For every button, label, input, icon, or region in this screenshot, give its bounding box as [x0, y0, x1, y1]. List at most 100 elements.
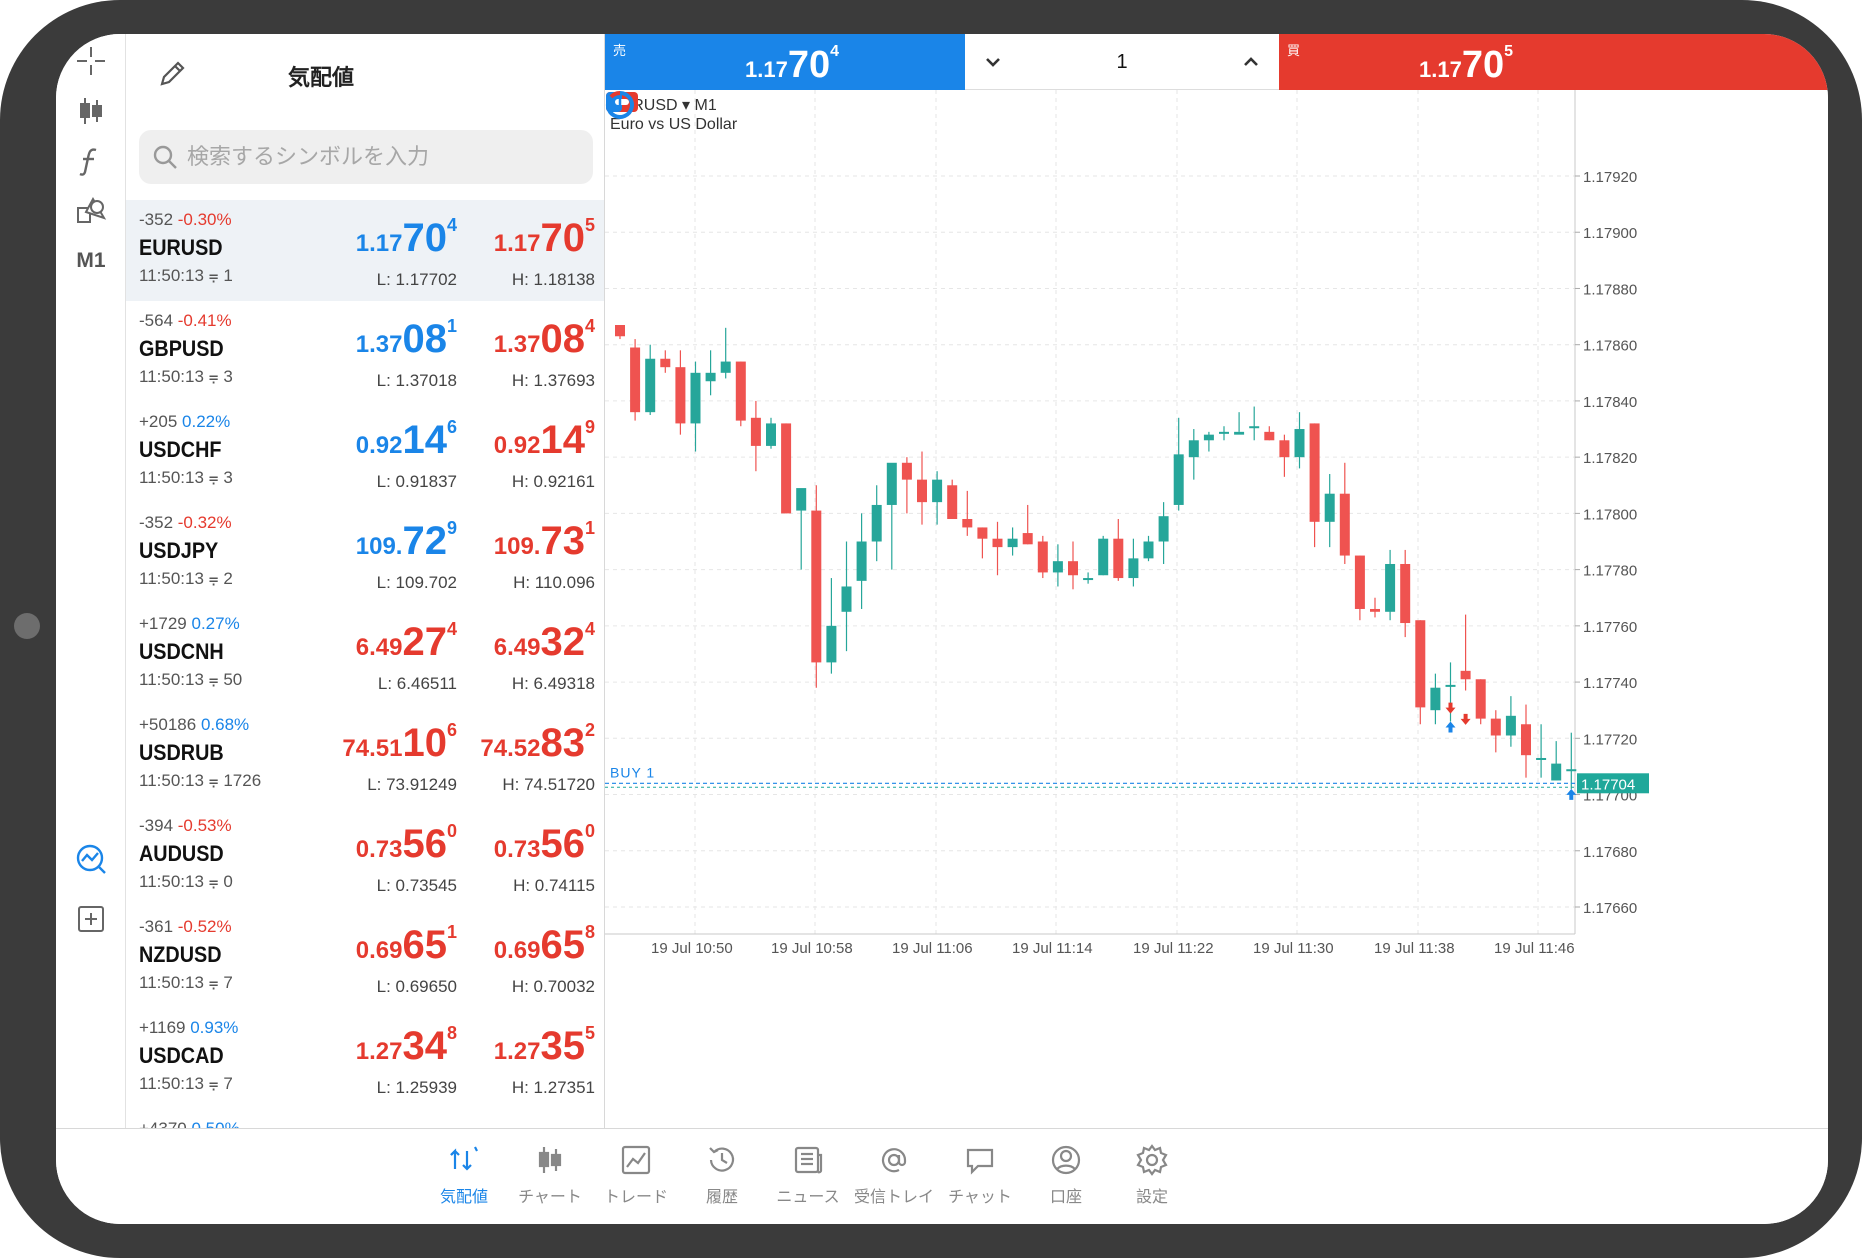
- ask-price: 74.52832: [480, 720, 595, 765]
- candle-body: [1128, 558, 1139, 579]
- quote-row[interactable]: -352 -0.30% EURUSD 11:50:13 ⩦ 1 1.17704 1.17…: [126, 200, 604, 301]
- x-tick-label: 19 Jul 10:58: [771, 940, 853, 957]
- candle-body: [886, 462, 897, 505]
- quote-row[interactable]: +1169 0.93% USDCAD 11:50:13 ⩦ 7 1.27348 1.27…: [126, 1008, 604, 1109]
- bottom-navigation: 気配値 チャート トレード 履歴 ニュース 受信トレイ チャット 口座 設定: [56, 1128, 1828, 1224]
- low-price: L: 0.73545: [376, 876, 457, 895]
- nav-settings[interactable]: 設定: [1104, 1139, 1200, 1219]
- nav-label: チャット: [948, 1187, 1012, 1206]
- candle-body: [826, 625, 837, 663]
- sell-price: 1.17704: [745, 43, 840, 86]
- chart-icon: [538, 1147, 562, 1173]
- quote-symbol: NZDUSD: [139, 942, 222, 967]
- y-tick-label: 1.17760: [1583, 619, 1637, 636]
- nav-chat[interactable]: チャット: [932, 1139, 1028, 1219]
- candle-body: [720, 361, 731, 373]
- timeframe-button[interactable]: M1: [56, 238, 126, 284]
- candle-body: [660, 358, 671, 368]
- candle-body: [977, 527, 988, 539]
- candle-body: [1203, 434, 1214, 441]
- quote-change: -352 -0.32%: [139, 513, 232, 532]
- volume-value[interactable]: 1: [965, 51, 1279, 74]
- volume-selector: 1: [965, 34, 1279, 90]
- candle-body: [1007, 538, 1018, 548]
- candle-body: [1279, 440, 1290, 458]
- low-price: L: 0.91837: [376, 472, 457, 491]
- nav-chart[interactable]: チャート: [502, 1139, 598, 1219]
- bid-price: 1.27348: [355, 1023, 457, 1068]
- candle-body: [1339, 493, 1350, 556]
- chart-type-icon[interactable]: [56, 88, 126, 134]
- ask-price: 0.73560: [493, 821, 595, 866]
- candle-body: [615, 325, 625, 337]
- new-order-icon[interactable]: [56, 896, 126, 942]
- candle-body: [1083, 578, 1094, 581]
- nav-account[interactable]: 口座: [1018, 1139, 1114, 1219]
- ask-price: 1.27355: [493, 1023, 595, 1068]
- candle-body: [962, 519, 973, 528]
- ask-price: 109.731: [493, 518, 595, 563]
- ask-price: 0.92149: [493, 417, 595, 462]
- candle-body: [1521, 724, 1531, 756]
- high-price: H: 6.49318: [511, 674, 595, 693]
- x-tick-label: 19 Jul 11:06: [892, 940, 973, 957]
- bid-price: 6.49274: [355, 619, 457, 664]
- quote-symbol: EURUSD: [139, 235, 223, 260]
- quote-change: -564 -0.41%: [139, 311, 232, 330]
- crosshair-icon[interactable]: [56, 38, 126, 84]
- candlestick-chart[interactable]: 1.17920 1.17900 1.17880 1.17860 1.17840 1.178…: [605, 90, 1828, 1128]
- y-tick-label: 1.17800: [1583, 506, 1637, 523]
- quote-symbol: USDJPY: [139, 538, 219, 563]
- candle-body: [1158, 516, 1169, 542]
- quote-row[interactable]: +1729 0.27% USDCNH 11:50:13 ⩦ 50 6.49274 6.4…: [126, 604, 604, 705]
- history-icon: [709, 1147, 735, 1172]
- candle-body: [1098, 538, 1109, 576]
- candle-body: [1566, 769, 1577, 772]
- quote-row[interactable]: +50186 0.68% USDRUB 11:50:13 ⩦ 1726 74.5110…: [126, 705, 604, 806]
- nav-label: トレード: [603, 1187, 668, 1206]
- candle-body: [690, 372, 701, 424]
- quote-row[interactable]: -352 -0.32% USDJPY 11:50:13 ⩦ 2 109.729 109.…: [126, 503, 604, 604]
- nav-mailbox[interactable]: 受信トレイ: [846, 1139, 942, 1219]
- spread-icon: ⩦: [208, 771, 219, 790]
- quote-change: +1729 0.27%: [139, 614, 240, 633]
- objects-icon[interactable]: [56, 188, 126, 234]
- symbol-search[interactable]: [139, 130, 593, 184]
- nav-news[interactable]: ニュース: [760, 1139, 856, 1219]
- quote-row[interactable]: -564 -0.41% GBPUSD 11:50:13 ⩦ 3 1.37081 1.37…: [126, 301, 604, 402]
- app-screen: M1 気配値 -352 -0.30% EURUSD 11:50:13 ⩦ 1 1.17…: [56, 34, 1828, 1224]
- quote-change: +50186 0.68%: [139, 715, 250, 734]
- candle-body: [1551, 763, 1562, 781]
- y-tick-label: 1.17840: [1583, 394, 1637, 411]
- candle-body: [917, 479, 927, 503]
- candle-body: [1249, 426, 1260, 429]
- timer-icon[interactable]: [605, 90, 635, 120]
- candle-body: [1022, 533, 1033, 545]
- indicators-icon[interactable]: [56, 138, 126, 184]
- ask-price: 1.37084: [493, 316, 595, 361]
- x-tick-label: 19 Jul 10:50: [651, 940, 733, 957]
- nav-history[interactable]: 履歴: [674, 1139, 770, 1219]
- candle-body: [735, 361, 746, 421]
- x-tick-label: 19 Jul 11:46: [1494, 940, 1575, 957]
- quote-row[interactable]: +205 0.22% USDCHF 11:50:13 ⩦ 3 0.92146 0.921…: [126, 402, 604, 503]
- x-tick-label: 19 Jul 11:22: [1133, 940, 1214, 957]
- market-overview-icon[interactable]: [56, 836, 126, 882]
- buy-button[interactable]: 買 1.17705: [1279, 34, 1828, 90]
- high-price: H: 1.27351: [511, 1078, 595, 1097]
- low-price: L: 1.25939: [376, 1078, 457, 1097]
- quote-change: +4370 0.50%: [139, 1119, 240, 1128]
- search-input[interactable]: [187, 144, 567, 170]
- quote-row[interactable]: +4370 0.50%: [126, 1109, 604, 1128]
- quote-row[interactable]: -394 -0.53% AUDUSD 11:50:13 ⩦ 0 0.73560 0.73…: [126, 806, 604, 907]
- quote-time: 11:50:13 ⩦ 0: [139, 872, 233, 891]
- y-tick-label: 1.17660: [1583, 900, 1637, 917]
- chevron-up-icon[interactable]: [1237, 48, 1265, 76]
- candle-body: [811, 510, 822, 663]
- quote-row[interactable]: -361 -0.52% NZDUSD 11:50:13 ⩦ 7 0.69651 0.69…: [126, 907, 604, 1008]
- nav-quotes[interactable]: 気配値: [416, 1139, 512, 1219]
- bid-price: 1.17704: [355, 215, 457, 260]
- price-chart[interactable]: 1.17920 1.17900 1.17880 1.17860 1.17840 1.178…: [605, 90, 1828, 1128]
- nav-trade[interactable]: トレード: [588, 1139, 684, 1219]
- sell-button[interactable]: 売 1.17704: [605, 34, 965, 90]
